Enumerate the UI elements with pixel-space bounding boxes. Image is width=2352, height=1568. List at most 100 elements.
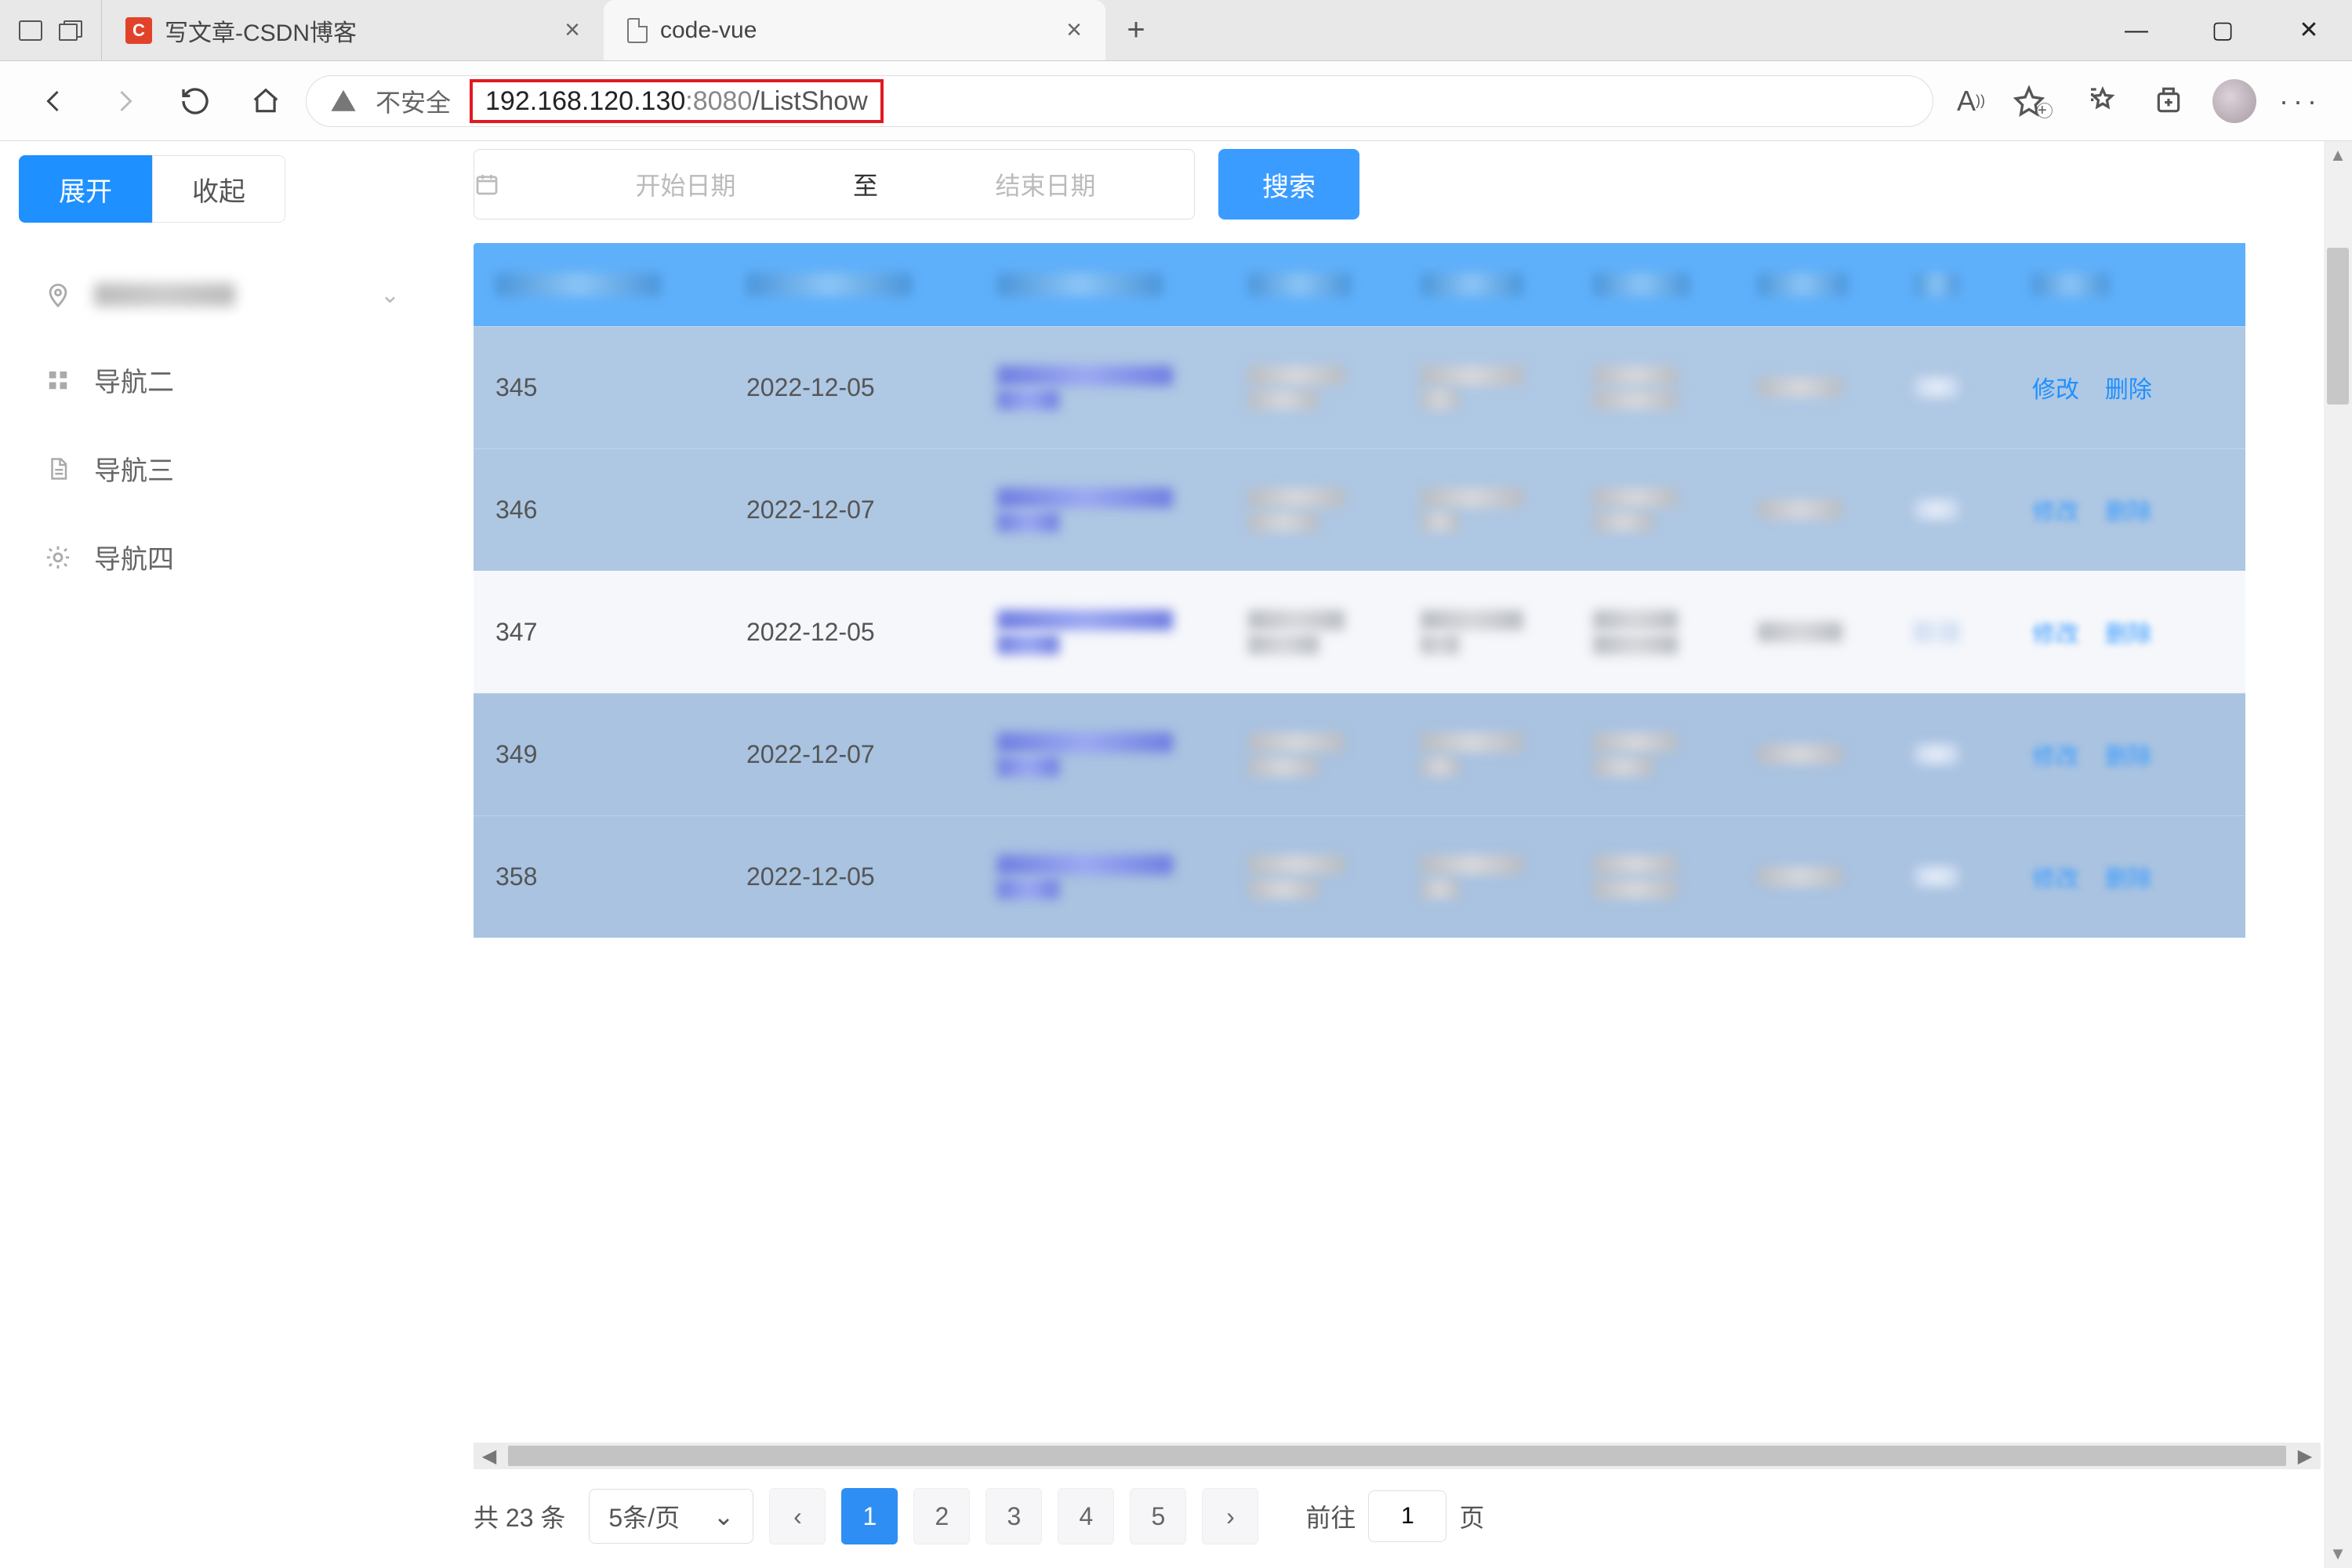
sidebar-item-location[interactable]: ⌄ xyxy=(19,254,423,336)
table-cell xyxy=(1226,571,1399,693)
delete-link[interactable]: 删除 xyxy=(2105,866,2152,892)
insecure-label: 不安全 xyxy=(376,83,451,119)
grid-icon xyxy=(42,365,74,396)
col-5[interactable] xyxy=(1571,243,1736,326)
page-button-1[interactable]: 1 xyxy=(841,1488,898,1544)
edit-link[interactable]: 修改 xyxy=(2032,866,2079,892)
scroll-down-icon[interactable]: ▼ xyxy=(2324,1540,2352,1568)
table-row: 3582022-12-05 修改 删除 xyxy=(474,815,2245,938)
date-range-picker[interactable]: 开始日期 至 结束日期 xyxy=(474,149,1195,220)
back-button[interactable] xyxy=(24,71,85,132)
col-3[interactable] xyxy=(1226,243,1399,326)
filter-toolbar: 开始日期 至 结束日期 搜索 xyxy=(474,149,2321,220)
tab-overview-icon[interactable] xyxy=(19,20,42,41)
table-cell xyxy=(1226,326,1399,448)
goto-page-input[interactable] xyxy=(1368,1490,1446,1542)
delete-link[interactable]: 删除 xyxy=(2105,622,2152,648)
url-field[interactable]: 不安全 192.168.120.130:8080/ListShow xyxy=(306,75,1933,127)
forward-button[interactable] xyxy=(94,71,155,132)
sidebar-item-label: 导航二 xyxy=(94,361,174,399)
cell-ops: 修改 删除 xyxy=(2010,571,2245,693)
scroll-right-icon[interactable]: ▶ xyxy=(2289,1445,2321,1468)
sidebar-item-nav2[interactable]: 导航二 xyxy=(19,336,423,424)
refresh-button[interactable] xyxy=(165,71,226,132)
table-cell xyxy=(1399,815,1571,938)
table-cell xyxy=(1893,326,2010,448)
delete-link[interactable]: 删除 xyxy=(2105,744,2152,770)
cell-date: 2022-12-05 xyxy=(724,815,975,938)
cell-date: 2022-12-05 xyxy=(724,326,975,448)
maximize-button[interactable]: ▢ xyxy=(2180,0,2266,60)
page-button-2[interactable]: 2 xyxy=(913,1488,970,1544)
sidebar-item-nav3[interactable]: 导航三 xyxy=(19,424,423,513)
scrollbar-thumb[interactable] xyxy=(2327,248,2349,405)
table-horizontal-scrollbar[interactable]: ◀ ▶ xyxy=(474,1443,2321,1469)
table-cell xyxy=(1571,693,1736,815)
page-button-5[interactable]: 5 xyxy=(1130,1488,1186,1544)
close-window-button[interactable]: ✕ xyxy=(2266,0,2352,60)
more-button[interactable]: ··· xyxy=(2272,73,2328,129)
cell-ops: 修改 删除 xyxy=(2010,326,2245,448)
col-0[interactable] xyxy=(474,243,724,326)
edit-link[interactable]: 修改 xyxy=(2032,499,2079,525)
page-size-select[interactable]: 5条/页 ⌄ xyxy=(589,1489,753,1544)
expand-button[interactable]: 展开 xyxy=(19,155,152,223)
prev-page-button[interactable]: ‹ xyxy=(769,1488,826,1544)
new-tab-button[interactable]: + xyxy=(1105,0,1167,60)
chevron-down-icon: ⌄ xyxy=(380,281,400,309)
favorite-button[interactable]: + xyxy=(2009,73,2065,129)
table-cell xyxy=(1226,448,1399,571)
page-button-4[interactable]: 4 xyxy=(1058,1488,1114,1544)
col-7[interactable] xyxy=(1893,243,2010,326)
favorites-bar-button[interactable] xyxy=(2074,73,2131,129)
pin-icon xyxy=(42,279,74,310)
table-cell xyxy=(975,571,1226,693)
delete-link[interactable]: 删除 xyxy=(2105,499,2152,525)
table-cell xyxy=(975,448,1226,571)
edit-link[interactable]: 修改 xyxy=(2032,622,2079,648)
titlebar: C 写文章-CSDN博客 × code-vue × + ― ▢ ✕ xyxy=(0,0,2352,61)
browser-tab-csdn[interactable]: C 写文章-CSDN博客 × xyxy=(102,0,604,60)
col-4[interactable] xyxy=(1399,243,1571,326)
col-6[interactable] xyxy=(1736,243,1893,326)
close-icon[interactable]: × xyxy=(1066,15,1082,45)
collections-button[interactable] xyxy=(2140,73,2197,129)
page-button-3[interactable]: 3 xyxy=(985,1488,1042,1544)
delete-link[interactable]: 删除 xyxy=(2105,377,2152,403)
table-cell xyxy=(1736,693,1893,815)
pagination: 共 23 条 5条/页 ⌄ ‹ 12345 › 前往 页 xyxy=(474,1488,2321,1544)
browser-tab-codevue[interactable]: code-vue × xyxy=(604,0,1105,60)
tab-actions xyxy=(0,0,102,60)
edit-link[interactable]: 修改 xyxy=(2032,377,2079,403)
read-aloud-button[interactable]: A)) xyxy=(1943,73,1999,129)
home-button[interactable] xyxy=(235,71,296,132)
sidebar-item-nav4[interactable]: 导航四 xyxy=(19,513,423,601)
minimize-button[interactable]: ― xyxy=(2093,0,2180,60)
range-separator: 至 xyxy=(834,166,897,202)
scroll-up-icon[interactable]: ▲ xyxy=(2324,141,2352,169)
table-cell xyxy=(1893,448,2010,571)
doc-icon xyxy=(42,453,74,485)
window-vertical-scrollbar[interactable]: ▲ ▼ xyxy=(2324,141,2352,1568)
chevron-down-icon: ⌄ xyxy=(713,1501,735,1531)
table-cell xyxy=(1226,693,1399,815)
url-port: :8080 xyxy=(685,86,752,116)
col-1[interactable] xyxy=(724,243,975,326)
col-2[interactable] xyxy=(975,243,1226,326)
avatar-icon xyxy=(2212,79,2256,123)
search-button[interactable]: 搜索 xyxy=(1218,149,1359,220)
csdn-favicon-icon: C xyxy=(125,17,152,44)
collapse-button[interactable]: 收起 xyxy=(152,155,285,223)
close-icon[interactable]: × xyxy=(564,15,580,45)
col-ops[interactable] xyxy=(2010,243,2245,326)
tab-copy-icon[interactable] xyxy=(59,20,82,41)
edit-link[interactable]: 修改 xyxy=(2032,744,2079,770)
scroll-left-icon[interactable]: ◀ xyxy=(474,1445,505,1468)
cell-id: 349 xyxy=(474,693,724,815)
scrollbar-thumb[interactable] xyxy=(508,1446,2286,1466)
url-host: 192.168.120.130 xyxy=(485,86,685,116)
next-page-button[interactable]: › xyxy=(1202,1488,1258,1544)
url-text-highlight: 192.168.120.130:8080/ListShow xyxy=(470,79,884,123)
table-row: 3452022-12-05 修改 删除 xyxy=(474,326,2245,448)
profile-button[interactable] xyxy=(2206,73,2263,129)
